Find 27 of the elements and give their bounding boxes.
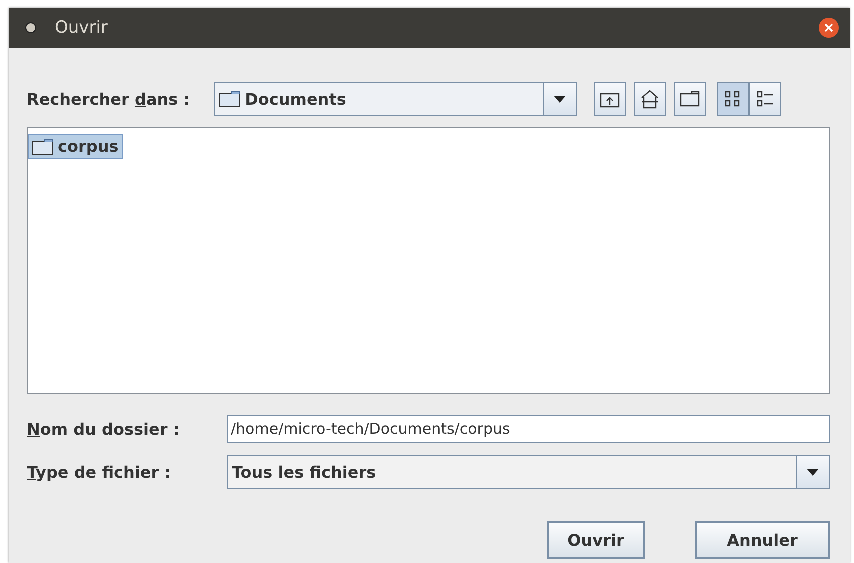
folder-icon	[680, 91, 700, 107]
toolbar-button[interactable]	[594, 82, 626, 116]
toolbar-button[interactable]	[634, 82, 666, 116]
details-view-icon	[756, 90, 774, 108]
toolbar-button[interactable]	[749, 82, 782, 116]
caret-icon	[807, 468, 819, 476]
toolbar-button[interactable]	[674, 82, 706, 116]
file-type-label: Type de fichier :	[27, 462, 172, 482]
folder-icon	[219, 90, 242, 108]
dropdown-value: Tous les fichiers	[232, 462, 376, 482]
open-button[interactable]: Ouvrir	[547, 521, 645, 559]
caret-icon	[554, 96, 566, 102]
folder-name-label: Nom du dossier :	[27, 420, 181, 438]
folder-name-field[interactable]: /home/micro-tech/Documents/corpus	[227, 415, 830, 443]
file-item[interactable]: corpus	[28, 134, 123, 159]
cancel-button[interactable]: Annuler	[695, 521, 830, 559]
toolbar-button[interactable]	[717, 82, 750, 116]
dropdown-value: Documents	[245, 90, 346, 108]
close-icon[interactable]	[818, 17, 840, 39]
home-icon	[640, 89, 660, 109]
look-in-label: Rechercher dans :	[27, 90, 190, 108]
file-type-dropdown[interactable]: Tous les fichiers	[227, 455, 830, 489]
folder-icon	[32, 138, 54, 156]
list-view-icon	[724, 90, 742, 108]
window-menu-icon[interactable]	[25, 22, 37, 34]
window-title: Ouvrir	[55, 18, 109, 38]
look-in-dropdown[interactable]: Documents	[214, 82, 578, 116]
